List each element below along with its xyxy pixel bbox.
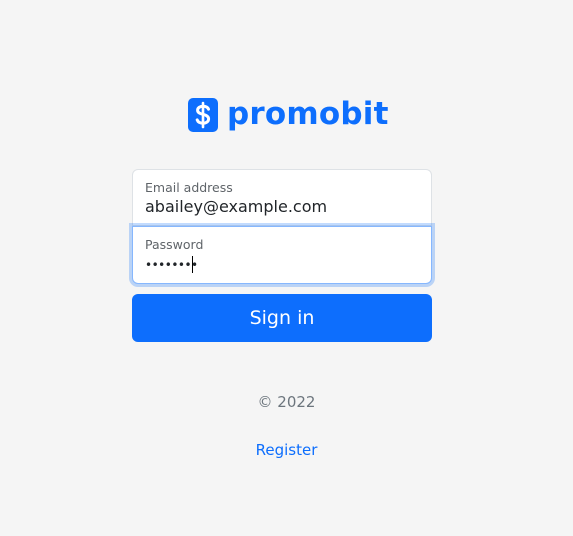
login-page: promobit Email address abailey@example.c… [0, 0, 573, 536]
password-label: Password [145, 237, 204, 252]
password-field[interactable]: Password •••••••• [132, 226, 432, 284]
text-caret [192, 256, 193, 273]
brand-logo: promobit [188, 96, 389, 132]
brand-name: promobit [227, 96, 389, 132]
dollar-sign-icon [188, 98, 218, 132]
sign-in-button[interactable]: Sign in [132, 294, 432, 342]
register-link[interactable]: Register [0, 441, 573, 459]
email-label: Email address [145, 180, 233, 195]
copyright-text: © 2022 [257, 393, 316, 411]
email-input[interactable]: abailey@example.com [145, 197, 327, 216]
password-input[interactable]: •••••••• [145, 254, 198, 276]
email-field[interactable]: Email address abailey@example.com [132, 169, 432, 226]
